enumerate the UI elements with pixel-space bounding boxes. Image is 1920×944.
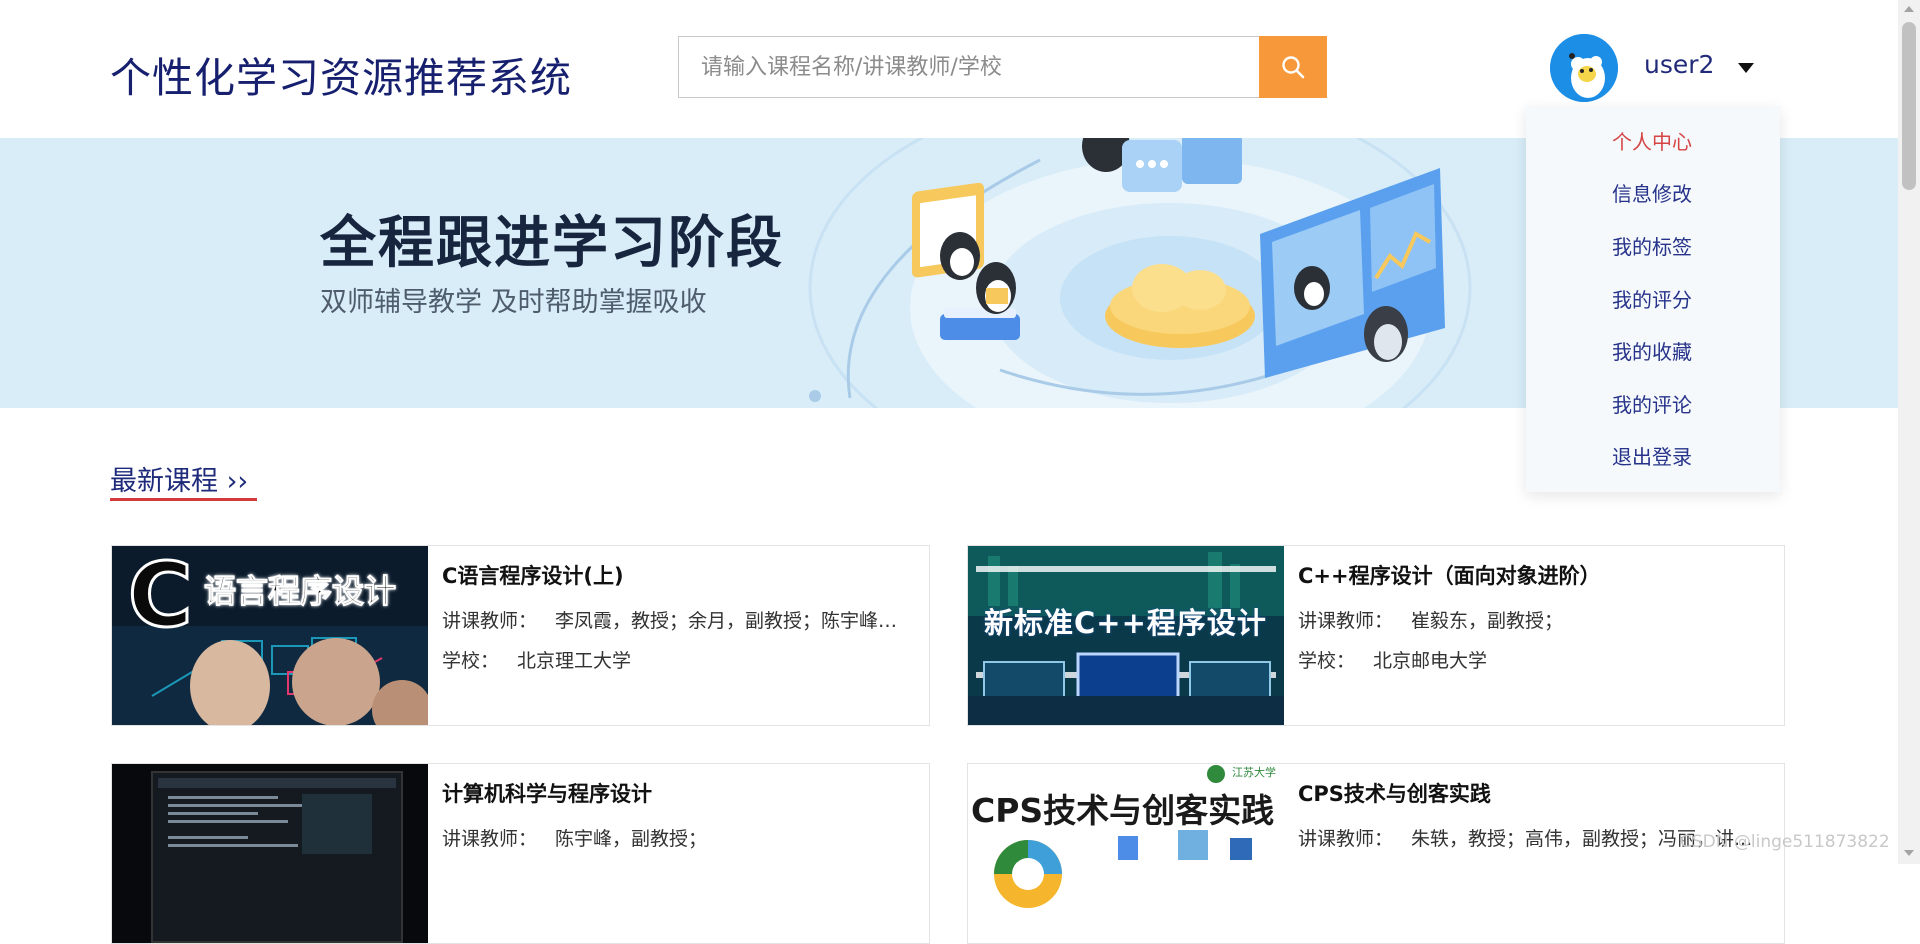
penguin-avatar-icon	[1550, 34, 1618, 102]
thumbnail-title: CPS技术与创客实践	[971, 791, 1275, 830]
course-teachers: 讲课教师： 李凤霞，教授；余月，副教授；陈宇峰，...	[442, 610, 912, 632]
course-thumbnail-image	[112, 764, 428, 943]
course-card[interactable]: 江苏大学 CPS技术与创客实践 CPS技术与创客实践 讲课教师： 朱轶，教授；高伟…	[967, 763, 1785, 944]
thumbnail-badge: 江苏大学	[1232, 766, 1276, 779]
site-title[interactable]: 个性化学习资源推荐系统	[110, 44, 572, 104]
section-underline	[110, 498, 257, 501]
thumbnail-title: 语言程序设计	[203, 572, 397, 611]
course-name[interactable]: C语言程序设计(上)	[442, 560, 624, 590]
vertical-scrollbar[interactable]	[1898, 0, 1920, 864]
course-thumbnail[interactable]: C 语言程序设计	[112, 546, 428, 725]
avatar[interactable]	[1550, 34, 1618, 102]
course-school: 学校： 北京理工大学	[442, 650, 632, 672]
user-dropdown-menu: 个人中心 信息修改 我的标签 我的评分 我的收藏 我的评论 退出登录	[1526, 106, 1780, 492]
menu-item-logout[interactable]: 退出登录	[1612, 441, 1692, 470]
section-title-latest-courses[interactable]: 最新课程 ››	[110, 459, 248, 498]
course-name[interactable]: CPS技术与创客实践	[1298, 778, 1491, 808]
course-school: 学校： 北京邮电大学	[1298, 650, 1488, 672]
caret-down-icon[interactable]	[1738, 63, 1754, 73]
thumbnail-letter: C	[127, 546, 195, 649]
search-button[interactable]	[1259, 36, 1327, 98]
course-thumbnail[interactable]: 江苏大学 CPS技术与创客实践	[968, 764, 1284, 943]
search-input[interactable]	[679, 37, 1259, 97]
menu-item-my-ratings[interactable]: 我的评分	[1612, 284, 1692, 313]
course-thumbnail[interactable]	[112, 764, 428, 943]
search-box[interactable]	[678, 36, 1260, 98]
username[interactable]: user2	[1644, 50, 1714, 79]
course-card[interactable]: C 语言程序设计 C语言程序设计(上) 讲课教师： 李凤霞，教授；余月，副教授；陈…	[111, 545, 930, 726]
course-teachers: 讲课教师： 崔毅东，副教授；	[1298, 610, 1564, 632]
scroll-down-icon[interactable]	[1904, 850, 1914, 856]
menu-item-edit-info[interactable]: 信息修改	[1612, 178, 1692, 207]
course-name[interactable]: C++程序设计（面向对象进阶）	[1298, 560, 1601, 590]
course-card[interactable]: 计算机科学与程序设计 讲课教师： 陈宇峰，副教授；	[111, 763, 930, 944]
search-icon	[1282, 56, 1305, 79]
course-name[interactable]: 计算机科学与程序设计	[442, 778, 652, 808]
banner-illustration	[808, 138, 1472, 408]
course-thumbnail[interactable]: 新标准C++程序设计	[968, 546, 1284, 725]
course-teachers: 讲课教师： 陈宇峰，副教授；	[442, 828, 708, 850]
menu-item-profile[interactable]: 个人中心	[1612, 126, 1692, 155]
scrollbar-thumb[interactable]	[1902, 22, 1916, 190]
watermark: CSDN @linge511873822	[1680, 832, 1890, 852]
course-card[interactable]: 新标准C++程序设计 C++程序设计（面向对象进阶） 讲课教师： 崔毅东，副教授；…	[967, 545, 1785, 726]
menu-item-my-favorites[interactable]: 我的收藏	[1612, 336, 1692, 365]
banner-subline: 双师辅导教学 及时帮助掌握吸收	[320, 287, 707, 318]
menu-item-my-tags[interactable]: 我的标签	[1612, 231, 1692, 260]
menu-item-my-comments[interactable]: 我的评论	[1612, 389, 1692, 418]
thumbnail-title: 新标准C++程序设计	[984, 606, 1267, 640]
scroll-up-icon[interactable]	[1904, 6, 1914, 12]
